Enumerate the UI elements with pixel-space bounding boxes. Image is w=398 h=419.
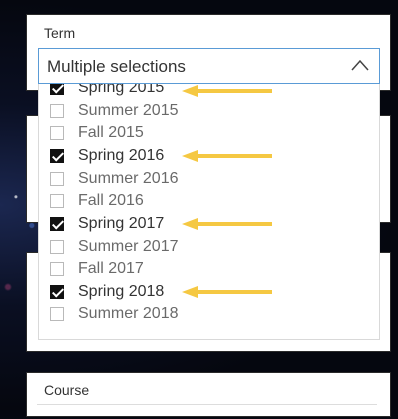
arrow-left-icon — [182, 286, 272, 298]
term-option-checkbox[interactable] — [50, 262, 64, 276]
term-option-spring-2016[interactable]: Spring 2016 — [50, 145, 164, 167]
term-option-checkbox[interactable] — [50, 240, 64, 254]
term-option-fall-2017[interactable]: Fall 2017 — [50, 258, 144, 280]
term-option-label: Fall 2017 — [78, 260, 144, 277]
term-option-label: Summer 2018 — [78, 305, 179, 322]
term-option-summer-2015[interactable]: Summer 2015 — [50, 100, 179, 122]
term-option-spring-2015[interactable]: Spring 2015 — [50, 84, 164, 99]
term-option-list[interactable]: Spring 2015 Summer 2015 Fall 2015 Spring… — [38, 84, 380, 340]
term-dropdown[interactable]: Multiple selections — [38, 48, 380, 84]
term-option-checkbox[interactable] — [50, 84, 64, 95]
term-option-checkbox[interactable] — [50, 217, 64, 231]
term-option-checkbox[interactable] — [50, 104, 64, 118]
term-option-checkbox[interactable] — [50, 149, 64, 163]
term-option-checkbox[interactable] — [50, 194, 64, 208]
term-option-label: Spring 2015 — [78, 84, 165, 96]
term-dropdown-value: Multiple selections — [47, 57, 186, 76]
term-option-summer-2017[interactable]: Summer 2017 — [50, 236, 179, 258]
course-label: Course — [44, 382, 90, 398]
term-option-checkbox[interactable] — [50, 126, 64, 140]
term-option-label: Fall 2015 — [78, 124, 144, 141]
course-slicer-card: Course — [26, 372, 391, 417]
term-option-label: Spring 2017 — [78, 215, 165, 232]
arrow-left-icon — [182, 218, 272, 230]
term-option-label: Summer 2016 — [78, 170, 179, 187]
term-option-fall-2015[interactable]: Fall 2015 — [50, 122, 144, 144]
term-option-label: Summer 2015 — [78, 102, 179, 119]
term-option-spring-2017[interactable]: Spring 2017 — [50, 213, 164, 235]
term-option-checkbox[interactable] — [50, 307, 64, 321]
chevron-up-icon[interactable] — [351, 59, 369, 71]
term-option-checkbox[interactable] — [50, 172, 64, 186]
term-option-label: Summer 2017 — [78, 238, 179, 255]
term-option-spring-2018[interactable]: Spring 2018 — [50, 281, 164, 303]
term-option-label: Spring 2018 — [78, 283, 165, 300]
course-dropdown[interactable] — [37, 404, 377, 419]
term-option-label: Spring 2016 — [78, 147, 165, 164]
term-option-summer-2018[interactable]: Summer 2018 — [50, 303, 179, 325]
term-label: Term — [44, 25, 76, 41]
term-option-fall-2016[interactable]: Fall 2016 — [50, 190, 144, 212]
term-option-label: Fall 2016 — [78, 192, 144, 209]
arrow-left-icon — [182, 85, 272, 97]
term-option-summer-2016[interactable]: Summer 2016 — [50, 168, 179, 190]
arrow-left-icon — [182, 150, 272, 162]
term-option-checkbox[interactable] — [50, 285, 64, 299]
